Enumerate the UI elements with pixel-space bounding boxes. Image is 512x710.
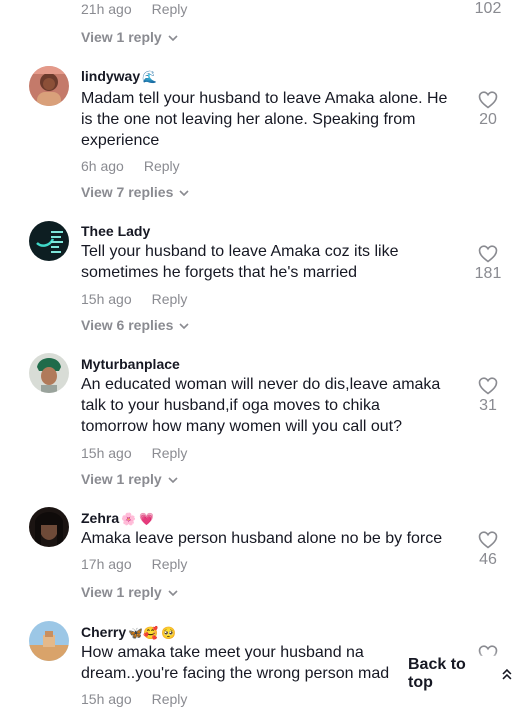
comment-line: is the one not leaving her alone. Speaki… (81, 111, 416, 128)
comment-meta: 15h ago Reply (81, 290, 187, 308)
username-text: Myturbanplace (81, 356, 180, 372)
like-widget: 181 (470, 245, 506, 284)
comment-username[interactable]: Thee Lady (81, 222, 150, 240)
comment-time: 15h ago (81, 445, 132, 461)
chevron-down-icon (168, 477, 178, 483)
comment-line: Tell your husband to leave Amaka coz its… (81, 243, 399, 260)
comment-line: talk to your husband,if oga moves to chi… (81, 397, 380, 414)
comment-meta: 6h ago Reply (81, 157, 180, 175)
heart-icon[interactable] (478, 531, 498, 549)
reply-button[interactable]: Reply (152, 691, 188, 707)
comment-meta: 17h ago Reply (81, 555, 187, 573)
comment-line: experience (81, 132, 160, 149)
reply-button[interactable]: Reply (144, 158, 180, 174)
like-count: 46 (479, 551, 497, 568)
like-count: 181 (474, 265, 502, 282)
username-text: Thee Lady (81, 223, 151, 239)
avatar[interactable] (29, 221, 69, 261)
comment-time: 6h ago (81, 158, 124, 174)
like-widget: 46 (470, 531, 506, 570)
heart-icon[interactable] (478, 245, 498, 263)
view-replies-button[interactable]: View 1 reply (81, 583, 178, 601)
view-replies-button[interactable]: View 1 reply (81, 28, 178, 46)
like-widget: 102 (470, 0, 506, 19)
reply-button[interactable]: Reply (152, 291, 188, 307)
view-replies-label: View 1 reply (81, 584, 162, 600)
heart-icon[interactable] (478, 377, 498, 395)
reply-button[interactable]: Reply (152, 1, 188, 17)
chevron-down-icon (168, 35, 178, 41)
heart-icon[interactable] (478, 91, 498, 109)
comment-time: 15h ago (81, 691, 132, 707)
back-to-top-button[interactable]: Back to top (398, 656, 512, 692)
comment-line: Madam tell your husband to leave Amaka a… (81, 90, 448, 107)
comment-line: Amaka leave person husband alone no be b… (81, 530, 443, 547)
view-replies-button[interactable]: View 6 replies (81, 316, 189, 334)
like-count: 102 (474, 0, 502, 17)
view-replies-button[interactable]: View 7 replies (81, 183, 189, 201)
back-to-top-label: Back to top (408, 656, 466, 691)
reply-button[interactable]: Reply (152, 445, 188, 461)
comment-text: Tell your husband to leave Amaka coz its… (81, 241, 461, 283)
comment-line: An educated woman will never do dis,leav… (81, 376, 441, 393)
chevron-down-icon (168, 590, 178, 596)
view-replies-button[interactable]: View 1 reply (81, 470, 178, 488)
view-replies-label: View 7 replies (81, 184, 174, 200)
comments-panel: 21h ago Reply 102 View 1 reply lindyway 🌊 … (0, 0, 512, 710)
comment-time: 15h ago (81, 291, 132, 307)
comment-text: An educated woman will never do dis,leav… (81, 374, 461, 437)
view-replies-label: View 1 reply (81, 29, 162, 45)
username-text: Cherry (81, 624, 127, 640)
comment-username[interactable]: Cherry 🦋🥰 🥺 (81, 623, 176, 642)
comment-time: 17h ago (81, 556, 132, 572)
avatar[interactable] (29, 507, 69, 547)
comment-meta: 15h ago Reply (81, 690, 187, 708)
chevron-down-icon (179, 323, 189, 329)
username-emoji: 🌸 💗 (121, 512, 155, 526)
username-emoji: 🌊 (142, 70, 158, 84)
comment-time: 21h ago (81, 1, 132, 17)
like-count: 31 (479, 397, 497, 414)
comment-username[interactable]: Myturbanplace (81, 355, 180, 373)
comment-username[interactable]: lindyway 🌊 (81, 67, 157, 86)
comment-text: Madam tell your husband to leave Amaka a… (81, 88, 461, 151)
comment-meta: 21h ago Reply (81, 0, 187, 18)
comment-username[interactable]: Zehra 🌸 💗 (81, 509, 154, 528)
comment-text: Amaka leave person husband alone no be b… (81, 528, 461, 549)
comment-line: tomorrow how many women will you call ou… (81, 418, 403, 435)
username-emoji: 🦋🥰 🥺 (128, 626, 177, 640)
double-chevron-up-icon (502, 668, 512, 680)
username-text: Zehra (81, 510, 120, 526)
view-replies-label: View 1 reply (81, 471, 162, 487)
avatar[interactable] (29, 353, 69, 393)
like-count: 20 (479, 111, 497, 128)
username-text: lindyway (81, 68, 141, 84)
like-widget: 31 (470, 377, 506, 416)
view-replies-label: View 6 replies (81, 317, 174, 333)
comment-meta: 15h ago Reply (81, 444, 187, 462)
avatar[interactable] (29, 621, 69, 661)
comment-line: sometimes he forgets that he's married (81, 264, 358, 281)
reply-button[interactable]: Reply (152, 556, 188, 572)
avatar[interactable] (29, 66, 69, 106)
like-widget: 20 (470, 91, 506, 130)
chevron-down-icon (179, 190, 189, 196)
